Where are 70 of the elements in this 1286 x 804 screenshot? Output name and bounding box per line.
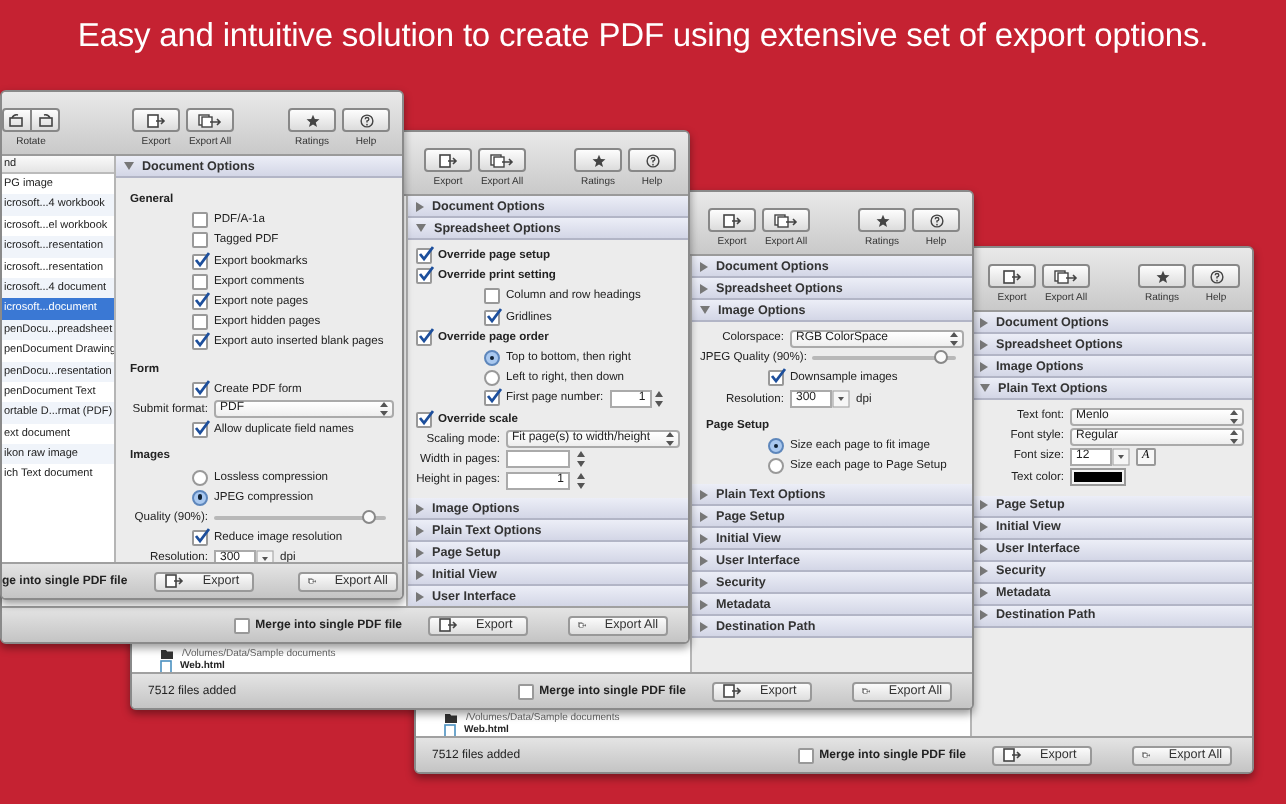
document-arrow-icon [438,153,458,167]
star-icon [875,213,889,227]
updown-icon [1230,429,1238,444]
document-arrow-icon [146,113,166,127]
checkbox[interactable] [192,212,208,229]
disclosure-down-icon [980,384,990,392]
checkbox[interactable] [416,268,432,285]
disclosure-right-icon [980,361,988,371]
folder-icon [160,648,174,660]
document-arrow-icon [722,684,742,698]
document-arrow-icon [1002,269,1022,283]
dropdown-icon[interactable] [832,390,850,409]
help-icon [359,113,373,127]
checkbox[interactable] [192,294,208,311]
checkbox[interactable] [192,381,208,398]
disclosure-right-icon [416,201,424,211]
rotate-left-icon [8,113,26,127]
checkbox[interactable] [192,232,208,249]
disclosure-down-icon [124,162,134,170]
document-arrow-icon [164,574,185,588]
updown-icon [380,402,388,417]
dropdown-icon[interactable] [1112,447,1130,466]
color-well[interactable] [1070,468,1126,487]
checkbox[interactable] [192,273,208,290]
radio-button[interactable] [484,350,500,367]
star-icon [305,113,319,127]
rotate-right-icon [36,113,54,127]
stepper-icon[interactable] [576,471,586,490]
checkbox[interactable] [797,747,814,763]
checkbox[interactable] [192,314,208,331]
slider-thumb[interactable] [361,509,376,524]
radio-button[interactable] [484,370,500,387]
checkbox[interactable] [416,329,432,346]
document-arrow-icon [722,213,742,227]
number-field[interactable] [506,450,570,469]
stepper-icon[interactable] [576,450,586,469]
radio-button[interactable] [192,489,208,506]
checkbox[interactable] [192,530,208,547]
radio-button[interactable] [768,438,784,455]
slider-thumb[interactable] [934,350,949,365]
checkbox[interactable] [484,390,500,407]
disclosure-right-icon [980,317,988,327]
checkbox[interactable] [484,309,500,326]
headline: Easy and intuitive solution to create PDF using extensive set of export options. [75,16,1211,56]
document-arrow-icon [1002,748,1022,762]
radio-button[interactable] [192,469,208,486]
dropdown-icon[interactable] [256,549,274,562]
star-icon [591,153,605,167]
checkbox[interactable] [233,617,250,633]
checkbox[interactable] [192,253,208,270]
checkbox[interactable] [192,334,208,351]
updown-icon [1230,409,1238,424]
checkbox[interactable] [416,248,432,265]
checkbox[interactable] [517,683,534,699]
checkbox[interactable] [768,370,784,387]
updown-icon [950,331,958,346]
document-arrow-icon [438,618,458,632]
help-icon [645,153,659,167]
checkbox[interactable] [484,288,500,305]
star-icon [1155,269,1169,283]
checkbox[interactable] [192,422,208,439]
radio-button[interactable] [768,458,784,475]
disclosure-right-icon [700,283,708,293]
updown-icon [666,432,674,447]
disclosure-right-icon [980,339,988,349]
disclosure-right-icon [700,261,708,271]
checkbox[interactable] [416,411,432,428]
help-icon [1209,269,1223,283]
help-icon [929,213,943,227]
disclosure-down-icon [416,224,426,232]
